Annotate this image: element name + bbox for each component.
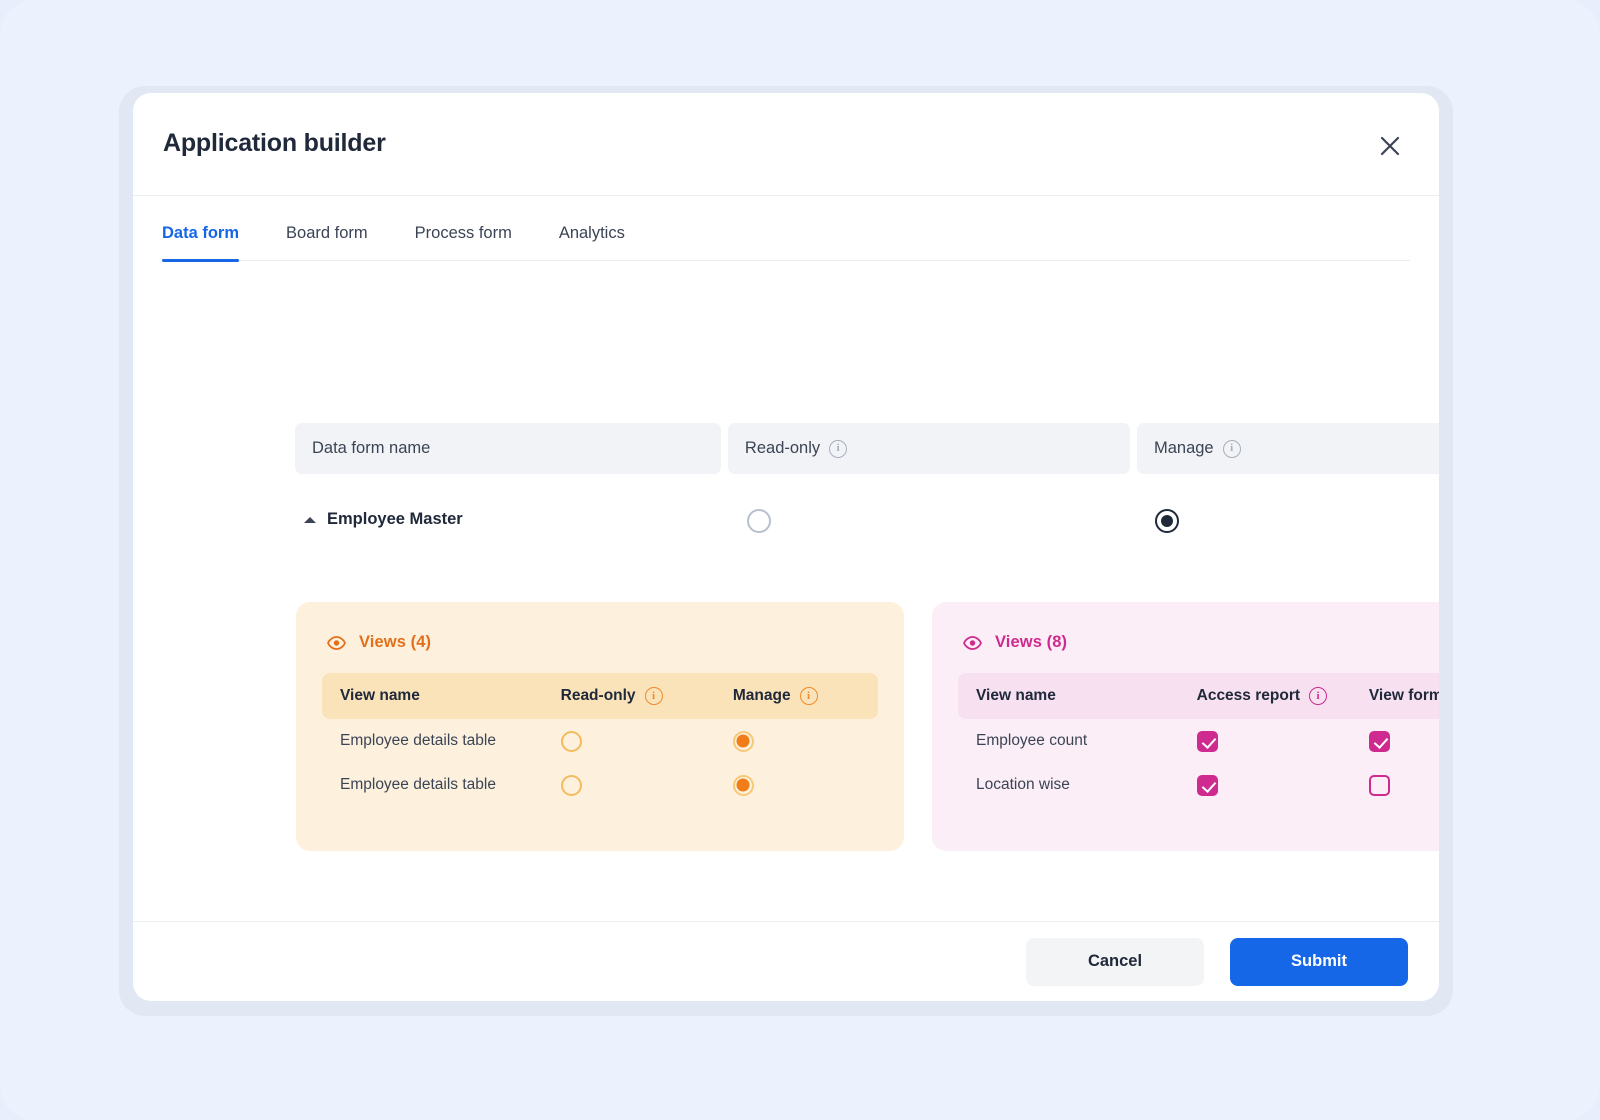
column-header-read-only: Read-only i [727,423,1130,474]
radio-read-only[interactable] [560,730,582,752]
view-name-cell: Employee count [976,732,1088,749]
column-header-data-form-name: Data form name [295,423,721,474]
view-name-cell: Employee details table [340,732,496,749]
read-only-cell [560,774,733,796]
column-header-label: Read-only [744,439,821,457]
access-report-cell [1196,730,1369,752]
views-panels: Views (4) View name Read-only i Manage i [296,602,1439,851]
info-icon[interactable]: i [829,439,848,458]
view-name-cell: Employee details table [340,776,496,793]
table-header-cell: Access report i [1197,687,1369,705]
radio-read-only-employee-master[interactable] [747,509,771,533]
views-panel-header: Views (4) [322,633,878,652]
page-title: Application builder [163,129,386,157]
views-panel-header: Views (8) [958,633,1439,652]
manage-cell [732,730,878,752]
table-header-row: View name Access report i View form i [958,673,1439,719]
table-header-label: Access report [1196,687,1301,704]
read-only-cell [560,730,733,752]
checkbox-access-report[interactable] [1196,774,1218,796]
table-header-row: View name Read-only i Manage i [322,673,878,719]
info-icon[interactable]: i [799,687,818,705]
views-panel-pink: Views (8) View name Access report i View… [932,602,1439,851]
column-header-manage: Manage i [1136,423,1439,474]
table-header-label: View name [976,687,1056,704]
views-panel-title: Views (8) [995,633,1068,651]
info-icon[interactable]: i [1222,439,1241,458]
data-form-row: Employee Master [295,501,1439,543]
table-row: Location wise [958,763,1439,807]
tab-board-form[interactable]: Board form [286,224,368,261]
column-header-bars: Data form name Read-only i Manage i [295,423,1439,474]
table-header-label: Read-only [560,687,636,704]
radio-manage-employee-master[interactable] [1155,509,1179,533]
info-icon[interactable]: i [644,687,663,705]
dialog-footer: Cancel Submit [133,921,1439,1001]
caret-up-icon[interactable] [304,517,316,523]
table-header-cell: Read-only i [561,687,733,705]
views-table-orange: View name Read-only i Manage i Employee … [322,673,878,807]
manage-cell [732,774,878,796]
table-header-label: Manage [732,687,791,704]
checkbox-access-report[interactable] [1196,730,1218,752]
radio-manage[interactable] [732,730,754,752]
table-header-cell: View name [976,687,1197,705]
table-row: Employee count [958,719,1439,763]
tab-data-form[interactable]: Data form [162,224,240,262]
view-name-cell: Location wise [976,776,1070,793]
eye-icon [963,635,982,650]
table-header-cell: View form i [1369,687,1439,705]
dialog-header: Application builder [133,93,1439,196]
submit-button[interactable]: Submit [1230,937,1408,986]
info-icon[interactable]: i [1309,687,1328,705]
application-builder-dialog: Application builder Data form Board form… [133,93,1439,1001]
table-header-cell: Manage i [733,687,878,705]
access-report-cell [1196,774,1369,796]
radio-read-only[interactable] [560,774,582,796]
radio-manage[interactable] [732,774,754,796]
tab-analytics[interactable]: Analytics [559,224,625,261]
checkbox-view-form[interactable] [1368,730,1390,752]
column-header-label: Manage [1153,439,1214,457]
data-form-name-label: Employee Master [327,510,463,528]
views-table-pink: View name Access report i View form i Em… [958,673,1439,807]
table-row: Employee details table [322,719,878,763]
close-icon[interactable] [1375,131,1405,161]
table-row: Employee details table [322,763,878,807]
table-header-cell: View name [340,687,561,705]
view-form-cell [1368,774,1439,796]
cancel-button[interactable]: Cancel [1026,937,1204,986]
tab-process-form[interactable]: Process form [415,224,512,261]
view-form-cell [1368,730,1439,752]
checkbox-view-form[interactable] [1368,774,1390,796]
eye-icon [327,635,346,650]
table-header-label: View form [1368,687,1439,704]
column-header-label: Data form name [312,439,431,457]
views-panel-orange: Views (4) View name Read-only i Manage i [296,602,904,851]
table-header-label: View name [340,687,420,704]
tab-bar: Data form Board form Process form Analyt… [162,196,1410,262]
views-panel-title: Views (4) [359,633,432,651]
